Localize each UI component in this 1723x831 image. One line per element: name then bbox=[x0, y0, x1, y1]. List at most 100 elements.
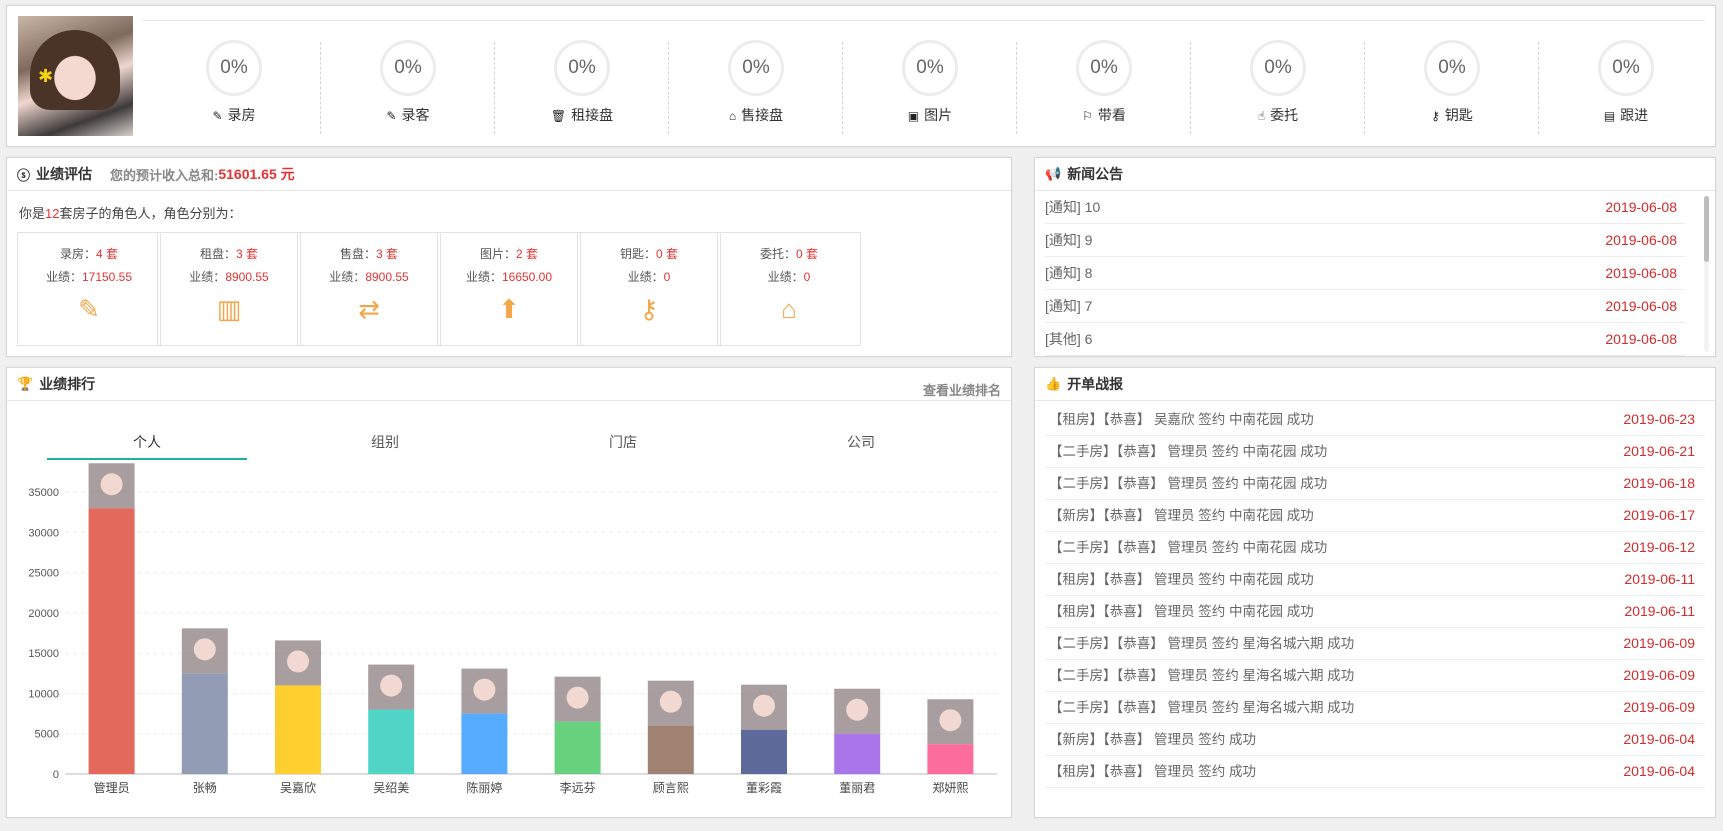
news-scrollbar-thumb[interactable] bbox=[1704, 196, 1709, 262]
dollar-circle-icon: ⓢ bbox=[17, 167, 31, 183]
news-item-text: [通知] 10 bbox=[1045, 199, 1101, 215]
deals-header: 👍 开单战报 bbox=[1035, 368, 1715, 401]
deal-item-text: 【二手房】【恭喜】 管理员 签约 中南花园 成功 bbox=[1049, 444, 1328, 459]
flag-icon: ⚐ bbox=[1082, 109, 1093, 123]
role-card[interactable]: 售盘：3 套业绩：8900.55 ⇄ bbox=[297, 232, 441, 346]
news-item[interactable]: [通知] 9 2019-06-08 bbox=[1045, 224, 1685, 257]
edit-icon: ✎ bbox=[212, 109, 223, 123]
news-item-text: [通知] 7 bbox=[1045, 298, 1093, 314]
stat-label: 售接盘 bbox=[741, 107, 784, 123]
deal-item-date: 2019-06-09 bbox=[1623, 635, 1695, 651]
stat-label-wrap: ✎ 录客 bbox=[321, 105, 495, 125]
deal-item[interactable]: 【租房】【恭喜】 管理员 签约 成功 2019-06-04 bbox=[1045, 756, 1705, 788]
deal-item[interactable]: 【二手房】【恭喜】 管理员 签约 星海名城六期 成功 2019-06-09 bbox=[1045, 692, 1705, 724]
deal-item[interactable]: 【二手房】【恭喜】 管理员 签约 中南花园 成功 2019-06-18 bbox=[1045, 468, 1705, 500]
bar-avatar-face bbox=[380, 674, 403, 697]
tab-3[interactable]: 公司 bbox=[761, 432, 961, 458]
bar[interactable] bbox=[275, 685, 321, 774]
stat-label: 跟进 bbox=[1620, 107, 1649, 123]
role-card[interactable]: 录房：4 套业绩：17150.55 ✎ bbox=[17, 232, 161, 346]
role-card[interactable]: 委托：0 套业绩：0 ⌂ bbox=[717, 232, 861, 346]
role-count-line: 委托：0 套 bbox=[759, 247, 819, 261]
bar[interactable] bbox=[368, 709, 415, 774]
stat-5[interactable]: 0% ⚐ 带看 bbox=[1017, 34, 1191, 136]
bar-avatar-face bbox=[287, 650, 309, 673]
role-perf-line: 业绩：8900.55 bbox=[189, 270, 269, 284]
stat-3[interactable]: 0% ⌂ 售接盘 bbox=[669, 34, 843, 136]
bar[interactable] bbox=[927, 744, 974, 774]
deal-item[interactable]: 【新房】【恭喜】 管理员 签约 中南花园 成功 2019-06-17 bbox=[1045, 500, 1705, 532]
news-item[interactable]: [其他] 6 2019-06-08 bbox=[1045, 323, 1685, 356]
stat-4[interactable]: 0% ▣ 图片 bbox=[843, 34, 1017, 136]
deal-item-text: 【租房】【恭喜】 吴嘉欣 签约 中南花园 成功 bbox=[1049, 412, 1314, 427]
stat-percent-ring: 0% bbox=[728, 40, 784, 96]
deal-item-date: 2019-06-18 bbox=[1623, 475, 1695, 491]
bar[interactable] bbox=[181, 673, 228, 774]
stat-7[interactable]: 0% ⚷ 钥匙 bbox=[1365, 34, 1539, 136]
role-intro: 你是12套房子的角色人，角色分别为： bbox=[19, 206, 242, 221]
role-perf-line: 业绩：8900.55 bbox=[329, 270, 409, 284]
suitcase-icon: ▥ bbox=[216, 294, 242, 324]
y-tick-label: 20000 bbox=[28, 608, 59, 620]
stat-label-wrap: ⌂ 售接盘 bbox=[669, 105, 843, 125]
bar[interactable] bbox=[461, 713, 508, 774]
role-card[interactable]: 钥匙：0 套业绩：0 ⚷ bbox=[577, 232, 721, 346]
deal-item-text: 【租房】【恭喜】 管理员 签约 中南花园 成功 bbox=[1049, 604, 1314, 619]
stat-2[interactable]: 0% 🗑 租接盘 bbox=[495, 34, 669, 136]
deal-item[interactable]: 【二手房】【恭喜】 管理员 签约 中南花园 成功 2019-06-12 bbox=[1045, 532, 1705, 564]
bar[interactable] bbox=[554, 721, 601, 774]
image-icon: ▣ bbox=[907, 109, 920, 123]
deal-item[interactable]: 【租房】【恭喜】 吴嘉欣 签约 中南花园 成功 2019-06-23 bbox=[1045, 404, 1705, 436]
deal-item[interactable]: 【租房】【恭喜】 管理员 签约 中南花园 成功 2019-06-11 bbox=[1045, 596, 1705, 628]
performance-panel: ⓢ 业绩评估 您的预计收入总和: 51601.65 元 你是12套房子的角色人，… bbox=[6, 157, 1012, 357]
tab-2[interactable]: 门店 bbox=[523, 432, 723, 458]
stat-percent-ring: 0% bbox=[380, 40, 436, 96]
stat-8[interactable]: 0% ▤ 跟进 bbox=[1539, 34, 1713, 136]
x-tick-label: 李远芬 bbox=[560, 780, 596, 795]
deal-item-text: 【新房】【恭喜】 管理员 签约 成功 bbox=[1049, 732, 1257, 747]
stat-label: 委托 bbox=[1270, 107, 1299, 123]
deal-item[interactable]: 【二手房】【恭喜】 管理员 签约 星海名城六期 成功 2019-06-09 bbox=[1045, 628, 1705, 660]
bar[interactable] bbox=[88, 508, 135, 774]
role-card[interactable]: 租盘：3 套业绩：8900.55 ▥ bbox=[157, 232, 301, 346]
news-item[interactable]: [通知] 8 2019-06-08 bbox=[1045, 257, 1685, 290]
user-avatar[interactable]: ✱ bbox=[18, 16, 133, 136]
view-ranking-link[interactable]: 查看业绩排名 bbox=[923, 380, 1001, 399]
deal-item[interactable]: 【租房】【恭喜】 管理员 签约 中南花园 成功 2019-06-11 bbox=[1045, 564, 1705, 596]
stat-6[interactable]: 0% ☝ 委托 bbox=[1191, 34, 1365, 136]
stat-label-wrap: ▤ 跟进 bbox=[1539, 105, 1713, 125]
deals-title: 开单战报 bbox=[1067, 376, 1124, 392]
news-item[interactable]: [通知] 10 2019-06-08 bbox=[1045, 191, 1685, 224]
bar[interactable] bbox=[647, 725, 694, 774]
news-item-date: 2019-06-08 bbox=[1605, 298, 1677, 314]
role-card[interactable]: 图片：2 套业绩：16650.00 ⬆ bbox=[437, 232, 581, 346]
y-tick-label: 5000 bbox=[35, 729, 59, 741]
tab-0[interactable]: 个人 bbox=[47, 432, 247, 460]
ranking-bar-chart: 0 5000 10000 15000 20000 25000 30000 35000 管理员 张畅… bbox=[28, 463, 997, 795]
deal-item-date: 2019-06-23 bbox=[1623, 411, 1695, 427]
income-label: 您的预计收入总和: bbox=[110, 167, 219, 183]
role-perf-line: 业绩：0 bbox=[627, 270, 671, 284]
deal-item-text: 【租房】【恭喜】 管理员 签约 成功 bbox=[1049, 764, 1257, 779]
divider bbox=[143, 20, 1705, 21]
deal-item[interactable]: 【二手房】【恭喜】 管理员 签约 中南花园 成功 2019-06-21 bbox=[1045, 436, 1705, 468]
deal-item-text: 【二手房】【恭喜】 管理员 签约 中南花园 成功 bbox=[1049, 476, 1328, 491]
news-item[interactable]: [通知] 7 2019-06-08 bbox=[1045, 290, 1685, 323]
deal-item[interactable]: 【新房】【恭喜】 管理员 签约 成功 2019-06-04 bbox=[1045, 724, 1705, 756]
stat-1[interactable]: 0% ✎ 录客 bbox=[321, 34, 495, 136]
tab-1[interactable]: 组别 bbox=[285, 432, 485, 458]
ranking-panel: 🏆 业绩排行 查看业绩排名 个人 组别 门店 公司 0 5000 10000 15000 20… bbox=[6, 367, 1012, 818]
key-icon: ⚷ bbox=[1431, 109, 1440, 123]
stat-0[interactable]: 0% ✎ 录房 bbox=[147, 34, 321, 136]
deal-item[interactable]: 【二手房】【恭喜】 管理员 签约 星海名城六期 成功 2019-06-09 bbox=[1045, 660, 1705, 692]
news-item-text: [其他] 6 bbox=[1045, 331, 1093, 347]
deal-item-text: 【二手房】【恭喜】 管理员 签约 星海名城六期 成功 bbox=[1049, 636, 1355, 651]
stat-label: 录客 bbox=[401, 107, 430, 123]
bar[interactable] bbox=[741, 729, 787, 774]
user-exchange-icon: ⇄ bbox=[358, 294, 380, 324]
stat-label-wrap: ☝ 委托 bbox=[1191, 105, 1365, 125]
bar[interactable] bbox=[834, 733, 881, 774]
stat-percent-ring: 0% bbox=[902, 40, 958, 96]
role-perf-line: 业绩：16650.00 bbox=[465, 270, 553, 284]
megaphone-icon: 📢 bbox=[1045, 166, 1062, 181]
